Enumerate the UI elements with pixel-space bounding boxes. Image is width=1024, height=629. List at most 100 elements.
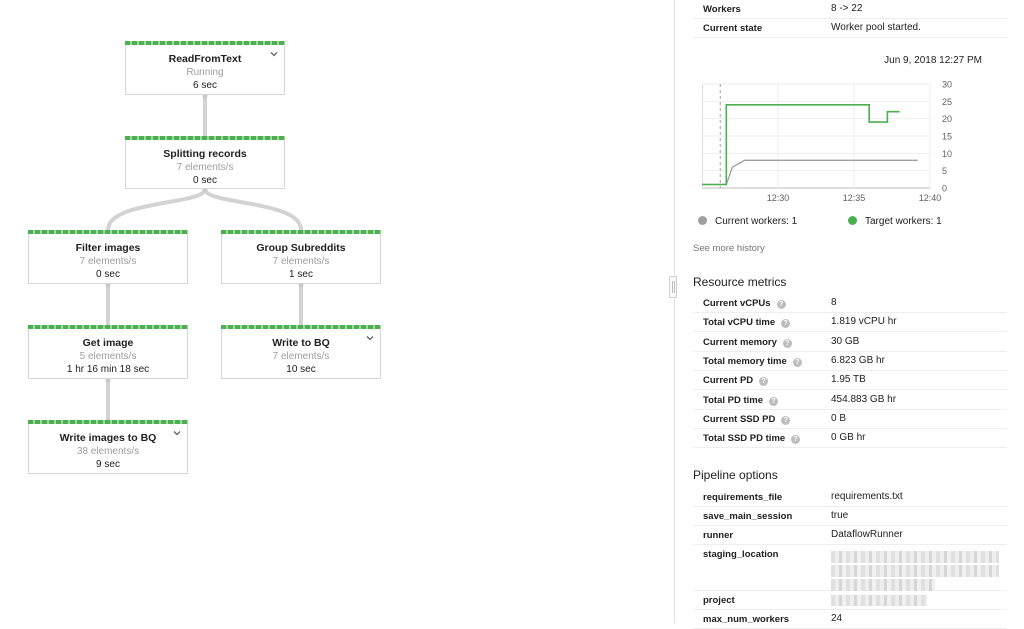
metric-value: 8 bbox=[831, 297, 837, 308]
edge-split-filter bbox=[106, 188, 207, 231]
step-title: Write to BQ bbox=[272, 337, 330, 349]
option-key: max_num_workers bbox=[703, 614, 790, 625]
series-current-workers bbox=[702, 159, 918, 186]
metric-value: 30 GB bbox=[831, 335, 860, 347]
info-row-workers: Workers 8 -> 22 bbox=[693, 0, 1007, 19]
option-value: requirements.txt bbox=[831, 491, 903, 502]
legend-label: Target workers: 1 bbox=[865, 216, 942, 227]
step-node-write-images-to-bq[interactable]: Write images to BQ 38 elements/s 9 sec bbox=[28, 420, 188, 474]
option-key: runner bbox=[703, 530, 734, 541]
step-node-splitting-records[interactable]: Splitting records 7 elements/s 0 sec bbox=[125, 136, 285, 189]
option-row: staging_location bbox=[693, 545, 1007, 591]
info-key: Current state bbox=[703, 23, 763, 34]
y-tick-label: 0 bbox=[942, 184, 947, 194]
metric-row: Total vCPU time? 1.819 vCPU hr bbox=[693, 313, 1007, 333]
metric-row: Total memory time? 6.823 GB hr bbox=[693, 352, 1007, 371]
metric-value: 6.823 GB hr bbox=[831, 354, 885, 366]
step-progress-stripe bbox=[28, 325, 188, 329]
info-key: Workers bbox=[703, 4, 741, 15]
chevron-down-icon[interactable] bbox=[269, 49, 279, 59]
legend-label: Current workers: 1 bbox=[715, 216, 798, 227]
step-node-read-from-text[interactable]: ReadFromText Running 6 sec bbox=[125, 41, 285, 95]
legend-dot-icon bbox=[698, 216, 707, 225]
step-wall-time: 6 sec bbox=[193, 80, 217, 91]
step-wall-time: 10 sec bbox=[286, 364, 316, 375]
option-value-redacted bbox=[831, 595, 927, 606]
help-icon[interactable]: ? bbox=[781, 319, 791, 329]
option-key: staging_location bbox=[703, 549, 779, 560]
metric-row: Total SSD PD time? 0 GB hr bbox=[693, 429, 1007, 449]
option-row: max_num_workers 24 bbox=[693, 610, 1007, 629]
step-throughput: 7 elements/s bbox=[272, 351, 330, 362]
job-details-panel: Workers 8 -> 22 Current state Worker poo… bbox=[675, 0, 1024, 629]
step-title: Group Subreddits bbox=[256, 242, 346, 254]
graph-edges bbox=[105, 93, 304, 420]
metric-key: Total SSD PD time? bbox=[703, 433, 801, 445]
step-wall-time: 9 sec bbox=[96, 459, 120, 470]
option-row: requirements_file requirements.txt bbox=[693, 488, 1007, 507]
help-icon[interactable]: ? bbox=[759, 377, 769, 387]
step-progress-stripe bbox=[221, 325, 381, 329]
step-title: Filter images bbox=[75, 242, 141, 254]
help-icon[interactable]: ? bbox=[776, 300, 786, 309]
step-throughput: 5 elements/s bbox=[79, 351, 137, 362]
legend-dot-icon bbox=[848, 216, 857, 225]
chevron-down-icon[interactable] bbox=[365, 333, 375, 343]
pipeline-options-heading: Pipeline options bbox=[693, 468, 778, 482]
metric-value: 454.883 GB hr bbox=[831, 393, 897, 405]
option-value: DataflowRunner bbox=[831, 529, 903, 540]
step-throughput: 38 elements/s bbox=[76, 446, 140, 457]
option-value: 24 bbox=[831, 613, 843, 624]
step-progress-stripe bbox=[28, 230, 188, 234]
step-node-filter-images[interactable]: Filter images 7 elements/s 0 sec bbox=[28, 230, 188, 284]
metric-value: 1.819 vCPU hr bbox=[831, 316, 897, 328]
option-value-redacted bbox=[831, 551, 999, 591]
metric-key: Total PD time? bbox=[703, 395, 778, 406]
see-more-history-link[interactable]: See more history bbox=[693, 243, 765, 254]
option-value: true bbox=[831, 510, 849, 521]
metric-row: Current memory? 30 GB bbox=[693, 333, 1007, 352]
step-status: Running bbox=[186, 67, 224, 78]
metric-key: Current vCPUs? bbox=[703, 298, 786, 309]
legend-target-workers: Target workers: 1 bbox=[848, 216, 942, 227]
help-icon[interactable]: ? bbox=[782, 338, 792, 348]
option-row: project bbox=[693, 591, 1007, 610]
step-node-write-to-bq[interactable]: Write to BQ 7 elements/s 10 sec bbox=[221, 325, 381, 379]
chart-timestamp: Jun 9, 2018 12:27 PM bbox=[884, 55, 982, 66]
metric-row: Current SSD PD? 0 B bbox=[693, 410, 1007, 429]
step-progress-stripe bbox=[28, 420, 188, 424]
option-row: save_main_session true bbox=[693, 507, 1007, 526]
help-icon[interactable]: ? bbox=[781, 415, 791, 425]
help-icon[interactable]: ? bbox=[792, 357, 802, 367]
y-tick-label: 10 bbox=[942, 149, 952, 159]
step-wall-time: 0 sec bbox=[193, 175, 217, 186]
step-progress-stripe bbox=[221, 230, 381, 234]
step-title: Get image bbox=[82, 337, 134, 349]
y-tick-label: 5 bbox=[942, 166, 947, 176]
series-target-workers bbox=[702, 104, 900, 186]
metric-row: Current vCPUs? 8 bbox=[693, 294, 1007, 313]
step-node-group-subreddits[interactable]: Group Subreddits 7 elements/s 1 sec bbox=[221, 230, 381, 284]
pipeline-graph: ReadFromText Running 6 sec Splitting rec… bbox=[0, 0, 668, 623]
option-key: save_main_session bbox=[703, 511, 793, 522]
option-key: requirements_file bbox=[703, 492, 783, 503]
metric-value: 0 GB hr bbox=[831, 432, 866, 444]
y-tick-label: 15 bbox=[942, 132, 952, 142]
metric-row: Current PD? 1.95 TB bbox=[693, 371, 1007, 391]
metric-key: Total memory time? bbox=[703, 356, 802, 367]
metric-key: Current memory? bbox=[703, 337, 792, 348]
autoscaling-chart[interactable]: 0 5 10 15 20 25 30 12:30 12:35 12:40 bbox=[702, 76, 982, 208]
step-node-get-image[interactable]: Get image 5 elements/s 1 hr 16 min 18 se… bbox=[28, 325, 188, 379]
option-row: runner DataflowRunner bbox=[693, 526, 1007, 545]
legend-current-workers: Current workers: 1 bbox=[698, 216, 797, 227]
metric-key: Current SSD PD? bbox=[703, 414, 791, 425]
metric-row: Total PD time? 454.883 GB hr bbox=[693, 391, 1007, 410]
info-value: Worker pool started. bbox=[831, 22, 921, 33]
help-icon[interactable]: ? bbox=[769, 396, 778, 406]
edge-split-group bbox=[203, 188, 303, 231]
metric-key: Current PD? bbox=[703, 375, 769, 387]
step-throughput: 7 elements/s bbox=[79, 256, 137, 267]
chevron-down-icon[interactable] bbox=[172, 428, 182, 438]
metric-key: Total vCPU time? bbox=[703, 317, 791, 329]
help-icon[interactable]: ? bbox=[791, 435, 801, 445]
